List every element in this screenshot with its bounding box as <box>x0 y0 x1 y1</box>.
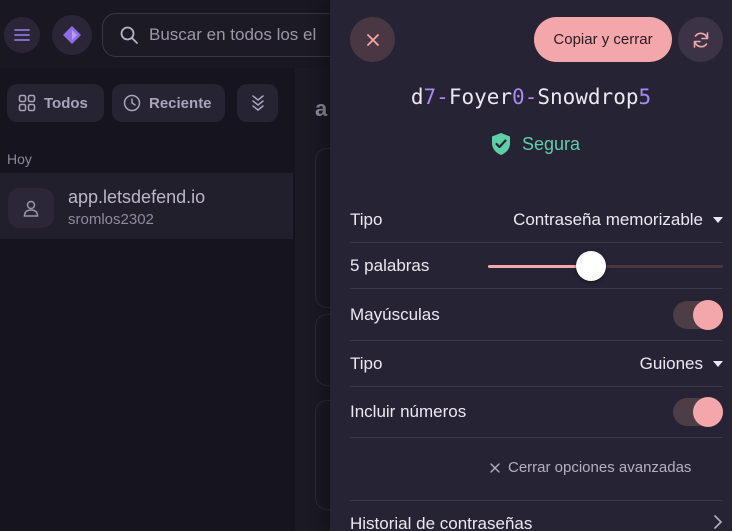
separator-select[interactable]: Guiones <box>640 354 723 374</box>
avatar <box>8 188 54 228</box>
include-numbers-toggle[interactable] <box>673 397 723 427</box>
chevron-right-icon <box>714 515 723 529</box>
clock-icon <box>123 94 141 112</box>
word-count-label: 5 palabras <box>350 255 430 275</box>
user-icon <box>23 200 39 217</box>
close-advanced-options-link[interactable]: Cerrar opciones avanzadas <box>490 459 691 476</box>
vault-button[interactable] <box>52 15 92 55</box>
list-item[interactable]: app.letsdefend.io sromlos2302 <box>0 173 293 239</box>
include-numbers-label: Incluir números <box>350 402 467 421</box>
password-part: - <box>436 85 449 109</box>
shield-check-icon <box>492 133 510 155</box>
password-part: Snowdrop <box>537 85 639 109</box>
search-placeholder: Buscar en todos los el <box>149 25 317 44</box>
include-numbers-row: Incluir números <box>350 387 723 438</box>
refresh-icon <box>693 31 708 48</box>
toggle-knob <box>693 397 723 427</box>
filter-all-label: Todos <box>44 94 88 112</box>
capitalize-row: Mayúsculas <box>350 289 723 341</box>
toggle-knob <box>693 299 723 330</box>
grid-icon <box>18 94 36 112</box>
password-history-label: Historial de contraseñas <box>350 514 533 531</box>
capitalize-label: Mayúsculas <box>350 304 440 324</box>
search-icon <box>120 26 138 44</box>
detail-initial: a <box>315 96 328 121</box>
type-value: Contraseña memorizable <box>513 209 703 229</box>
caret-down-icon <box>713 216 723 223</box>
separator-value: Guiones <box>639 353 703 373</box>
password-part: 0 <box>512 85 525 109</box>
copy-and-close-button[interactable]: Copiar y cerrar <box>534 17 672 62</box>
password-part: - <box>524 85 538 109</box>
password-part: 7 <box>423 85 437 109</box>
password-part: 5 <box>638 85 652 109</box>
separator-row[interactable]: Tipo Guiones <box>350 341 723 387</box>
expand-filters-button[interactable] <box>237 84 278 122</box>
password-part: d <box>410 85 424 109</box>
close-icon <box>490 462 500 473</box>
item-title: app.letsdefend.io <box>68 187 206 207</box>
type-label: Tipo <box>350 209 383 229</box>
close-icon <box>366 33 379 46</box>
password-history-row[interactable]: Historial de contraseñas <box>350 500 723 531</box>
capitalize-toggle[interactable] <box>673 299 723 330</box>
filter-recent-button[interactable]: Reciente <box>112 84 225 122</box>
generated-password[interactable]: d7-Foyer0-Snowdrop5 <box>330 85 732 109</box>
regenerate-button[interactable] <box>678 17 723 62</box>
password-part: Foyer <box>448 85 513 109</box>
menu-button[interactable] <box>4 17 40 53</box>
vault-diamond-icon <box>63 26 81 44</box>
chevrons-down-icon <box>251 95 264 111</box>
close-button[interactable] <box>350 17 395 62</box>
filter-recent-label: Reciente <box>149 94 212 112</box>
type-row[interactable]: Tipo Contraseña memorizable <box>350 197 723 243</box>
separator-label: Tipo <box>350 353 383 373</box>
type-select[interactable]: Contraseña memorizable <box>513 210 723 230</box>
strength-indicator: Segura <box>490 132 580 156</box>
strength-label: Segura <box>522 133 581 154</box>
item-subtitle: sromlos2302 <box>68 211 154 228</box>
close-advanced-label: Cerrar opciones avanzadas <box>508 459 692 476</box>
caret-down-icon <box>713 360 723 367</box>
filter-all-button[interactable]: Todos <box>7 84 104 122</box>
word-count-slider[interactable] <box>488 251 723 281</box>
section-today-label: Hoy <box>7 151 32 167</box>
hamburger-icon <box>14 29 30 41</box>
